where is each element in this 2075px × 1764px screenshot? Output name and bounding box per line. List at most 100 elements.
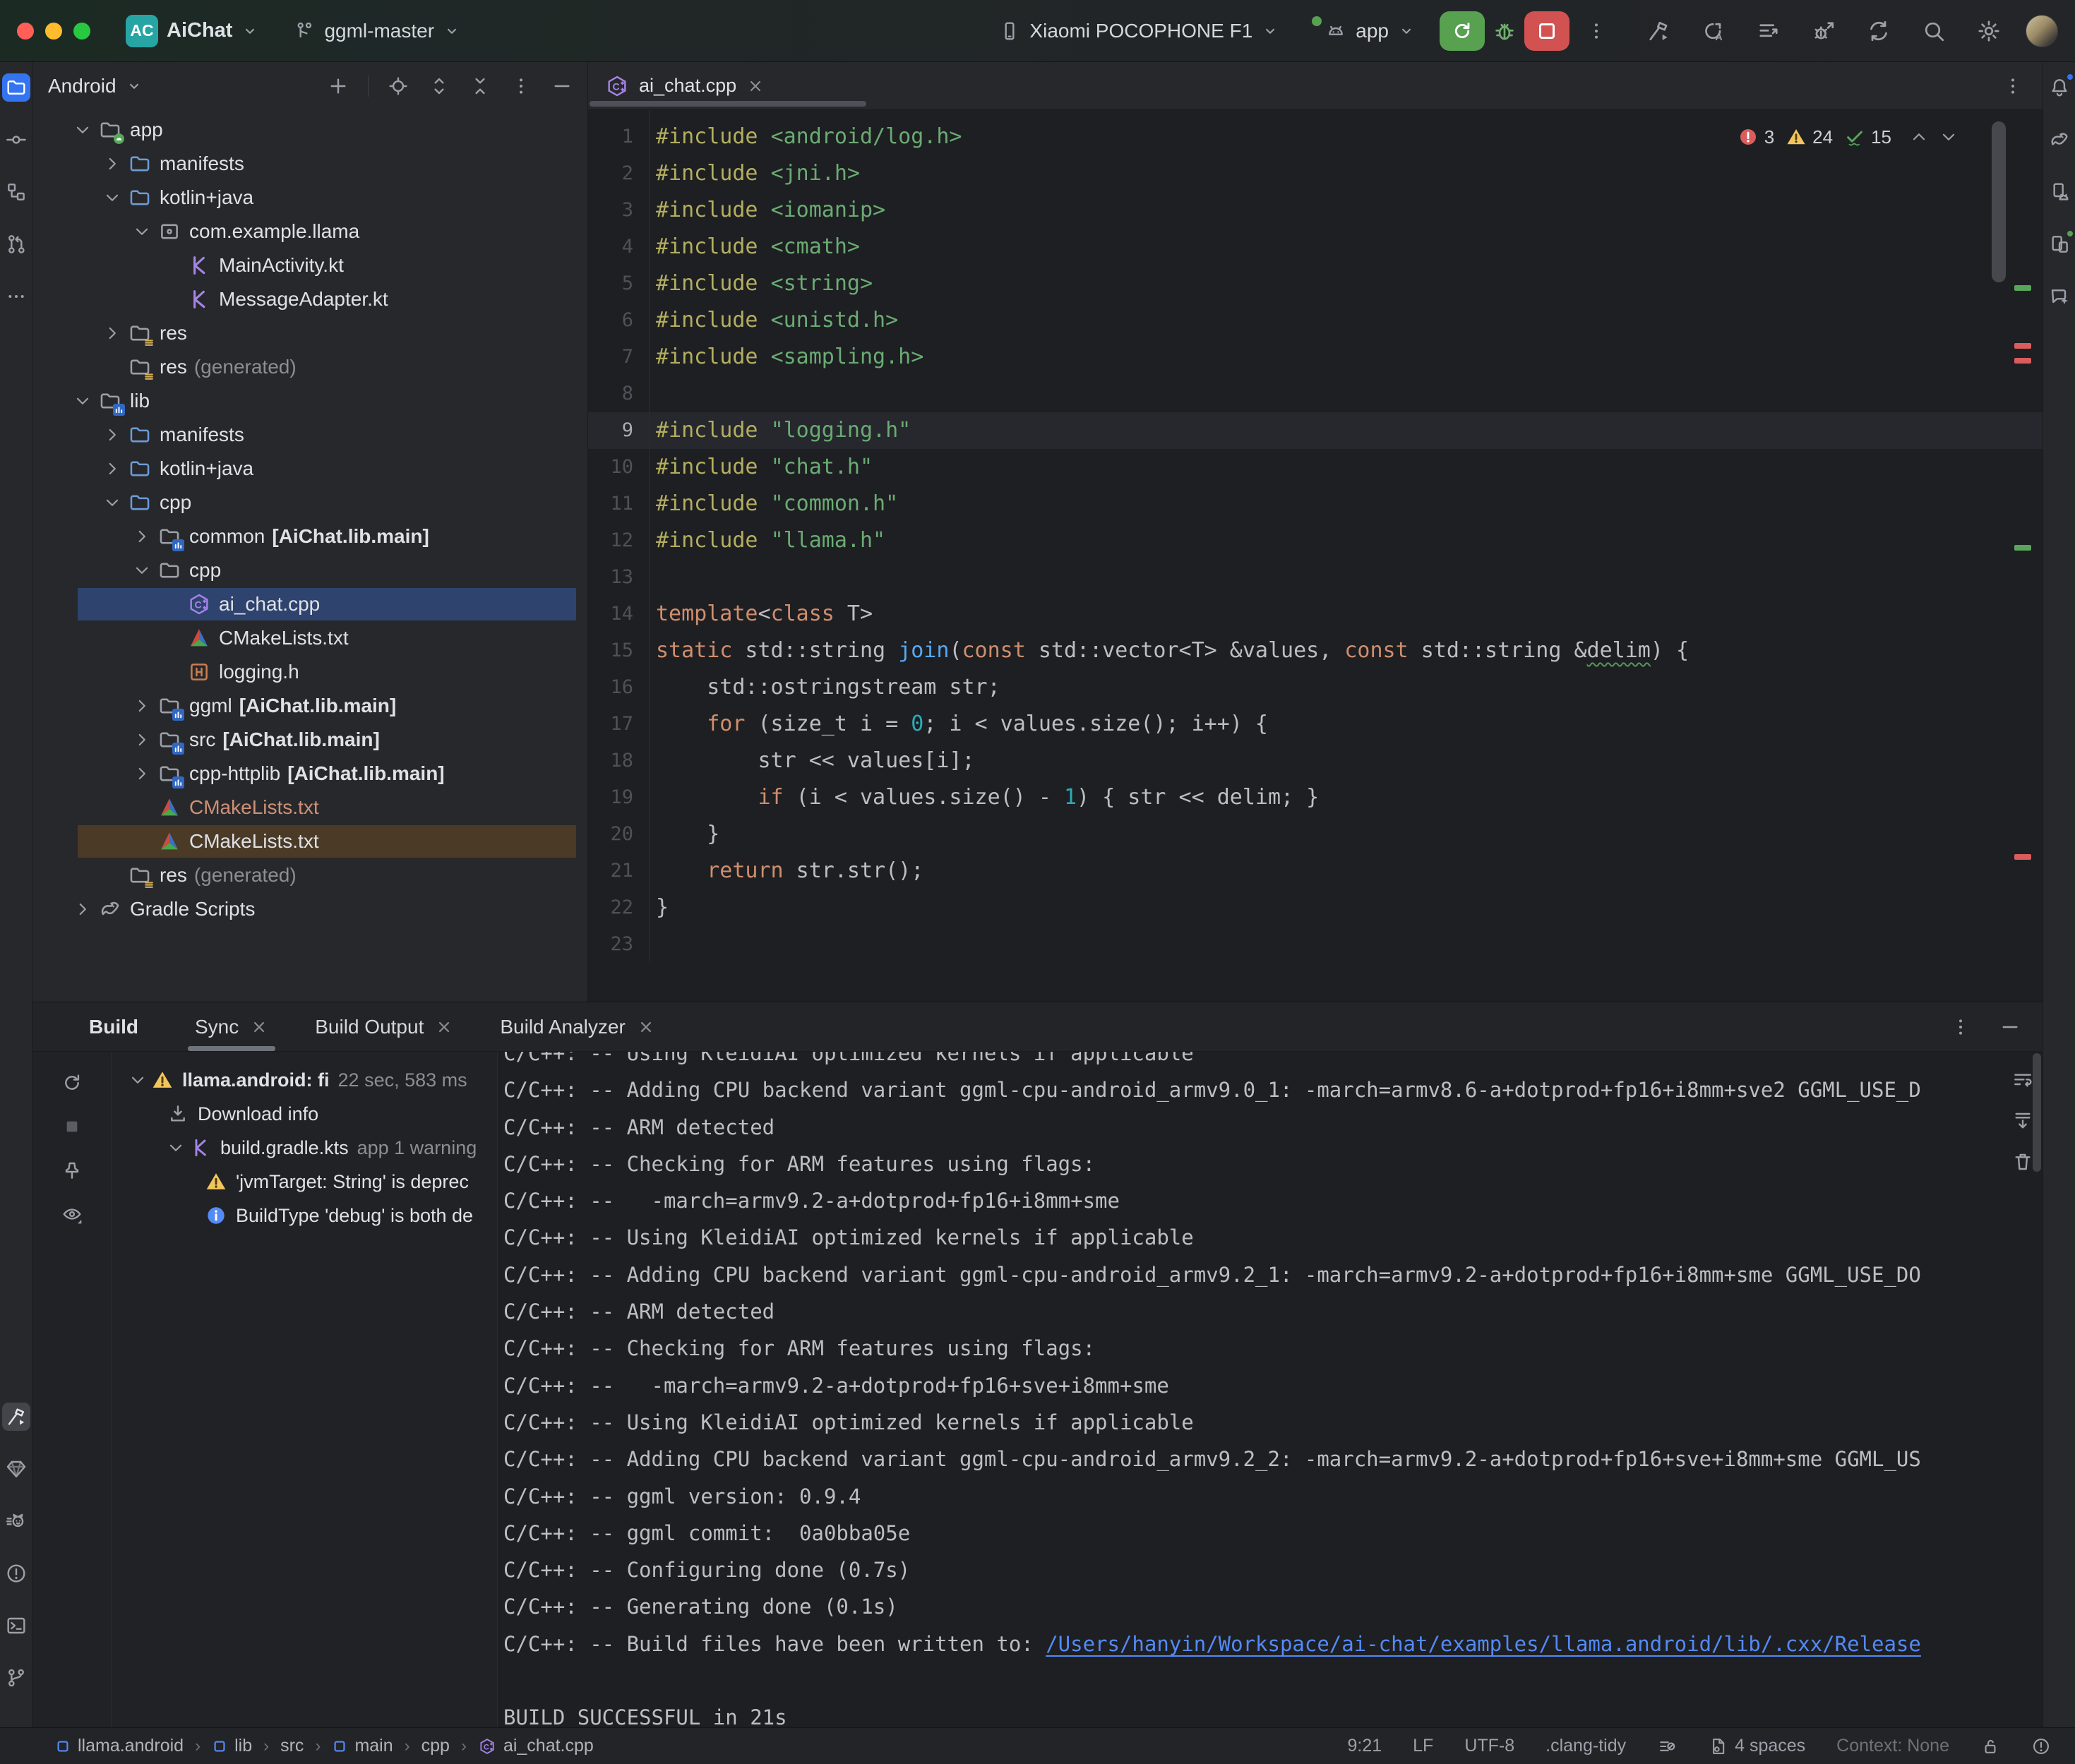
project-tree-item-lib[interactable]: lib — [32, 384, 587, 418]
chevron-down-icon[interactable] — [103, 493, 121, 512]
project-tree-item-src[interactable]: src[AiChat.lib.main] — [32, 723, 587, 757]
code-line-4[interactable]: 4#include <cmath> — [588, 229, 2043, 265]
code-line-8[interactable]: 8 — [588, 376, 2043, 412]
chevron-down-icon[interactable] — [133, 561, 151, 580]
sync-gradle-button[interactable] — [1866, 18, 1891, 44]
breadcrumb-cpp[interactable]: cpp — [421, 1736, 450, 1756]
caret-position[interactable]: 9:21 — [1347, 1736, 1382, 1756]
code-line-9[interactable]: 9#include "logging.h" — [588, 412, 2043, 449]
code-line-6[interactable]: 6#include <unistd.h> — [588, 302, 2043, 339]
code-editor[interactable]: 1#include <android/log.h>2#include <jni.… — [588, 110, 2043, 1002]
build-tool-button[interactable] — [2, 1403, 30, 1431]
project-tree-item-messageadapter-kt[interactable]: MessageAdapter.kt — [32, 282, 587, 316]
code-line-16[interactable]: 16 std::ostringstream str; — [588, 669, 2043, 706]
code-line-5[interactable]: 5#include <string> — [588, 265, 2043, 302]
scroll-to-end-button[interactable] — [2011, 1110, 2034, 1132]
error-stripe-mark[interactable] — [2014, 343, 2031, 349]
notifications-button[interactable] — [2045, 73, 2074, 102]
code-line-18[interactable]: 18 str << values[i]; — [588, 743, 2043, 779]
formatter-indicator[interactable] — [1657, 1736, 1677, 1756]
write-access-indicator[interactable] — [1980, 1736, 2000, 1756]
code-line-14[interactable]: 14template<class T> — [588, 596, 2043, 632]
project-tree-item-mainactivity-kt[interactable]: MainActivity.kt — [32, 248, 587, 282]
chevron-right-icon[interactable] — [133, 764, 151, 783]
chevron-right-icon[interactable] — [103, 324, 121, 342]
pin-tab-button[interactable] — [61, 1159, 83, 1182]
search-everywhere-button[interactable] — [1921, 18, 1947, 44]
gemini-tool-button[interactable] — [2045, 282, 2074, 311]
hide-tool-window-button[interactable] — [551, 75, 573, 97]
terminal-tool-button[interactable] — [2, 1612, 30, 1640]
rerun-button[interactable] — [1440, 11, 1485, 51]
vcs-branch-widget[interactable]: ggml-master — [293, 20, 461, 42]
view-options-button[interactable] — [61, 1203, 83, 1225]
collapse-all-button[interactable] — [469, 75, 491, 97]
device-manager-button[interactable] — [2045, 178, 2074, 206]
project-tree-item-res[interactable]: res — [32, 316, 587, 350]
code-line-10[interactable]: 10#include "chat.h" — [588, 449, 2043, 486]
sync-tree-item[interactable]: 'jvmTarget: String' is deprec — [120, 1165, 497, 1199]
project-tool-button[interactable] — [2, 73, 30, 102]
code-line-20[interactable]: 20 } — [588, 816, 2043, 853]
version-control-tool-button[interactable] — [2, 1664, 30, 1692]
chevron-down-icon[interactable] — [167, 1139, 185, 1157]
code-line-12[interactable]: 12#include "llama.h" — [588, 522, 2043, 559]
build-button[interactable] — [1646, 18, 1671, 44]
select-opened-file-button[interactable] — [387, 75, 409, 97]
editor-options-icon[interactable] — [2002, 75, 2024, 97]
line-separator[interactable]: LF — [1413, 1736, 1433, 1756]
inspection-profile[interactable]: .clang-tidy — [1545, 1736, 1626, 1756]
chevron-right-icon[interactable] — [133, 527, 151, 546]
project-tree-item-kotlin-java[interactable]: kotlin+java — [32, 452, 587, 486]
project-tree-item-manifests[interactable]: manifests — [32, 418, 587, 452]
console-file-link[interactable]: /Users/hanyin/Workspace/ai-chat/examples… — [1046, 1632, 1921, 1656]
error-stripe-mark[interactable] — [2014, 358, 2031, 364]
chevron-down-icon[interactable] — [133, 222, 151, 241]
error-stripe-mark[interactable] — [2014, 854, 2031, 860]
hide-build-panel-icon[interactable] — [1999, 1016, 2021, 1038]
profiler-button[interactable] — [1756, 18, 1781, 44]
stop-button[interactable] — [1524, 11, 1569, 51]
code-line-21[interactable]: 21 return str.str(); — [588, 853, 2043, 889]
build-options-icon[interactable] — [1949, 1016, 1972, 1038]
close-tab-icon[interactable] — [250, 1018, 268, 1036]
chevron-right-icon[interactable] — [103, 460, 121, 478]
code-line-19[interactable]: 19 if (i < values.size() - 1) { str << d… — [588, 779, 2043, 816]
project-tree-item-cmakelists-txt[interactable]: CMakeLists.txt — [32, 791, 587, 824]
code-line-15[interactable]: 15static std::string join(const std::vec… — [588, 632, 2043, 669]
build-tab-sync[interactable]: Sync — [184, 1002, 280, 1051]
code-line-3[interactable]: 3#include <iomanip> — [588, 192, 2043, 229]
chevron-right-icon[interactable] — [103, 155, 121, 173]
project-tree-item-ggml[interactable]: ggml[AiChat.lib.main] — [32, 689, 587, 723]
project-tree-item-logging-h[interactable]: logging.h — [32, 655, 587, 689]
more-run-options-button[interactable] — [1581, 16, 1612, 47]
minimize-window-button[interactable] — [45, 23, 62, 40]
project-tree-item-common[interactable]: common[AiChat.lib.main] — [32, 520, 587, 553]
project-tree-item-manifests[interactable]: manifests — [32, 147, 587, 181]
file-encoding[interactable]: UTF-8 — [1464, 1736, 1514, 1756]
sync-tree-item[interactable]: build.gradle.ktsapp 1 warning — [120, 1131, 497, 1165]
project-tree-item-cmakelists-txt[interactable]: CMakeLists.txt — [32, 824, 587, 858]
project-tree-item-kotlin-java[interactable]: kotlin+java — [32, 181, 587, 215]
settings-button[interactable] — [1976, 18, 2002, 44]
code-line-23[interactable]: 23 — [588, 926, 2043, 963]
more-tools-button[interactable] — [2, 282, 30, 311]
code-line-13[interactable]: 13 — [588, 559, 2043, 596]
build-tab-build-analyzer[interactable]: Build Analyzer — [489, 1002, 666, 1051]
logcat-tool-button[interactable] — [2, 1507, 30, 1535]
add-button[interactable] — [327, 75, 349, 97]
project-tree-item-app[interactable]: app — [32, 113, 587, 147]
chevron-down-icon[interactable] — [73, 392, 92, 410]
build-tab-build-output[interactable]: Build Output — [304, 1002, 465, 1051]
project-widget[interactable]: AC AiChat — [126, 15, 259, 47]
next-problem-icon[interactable] — [1939, 128, 1958, 146]
run-context[interactable]: Context: None — [1836, 1736, 1949, 1756]
code-line-11[interactable]: 11#include "common.h" — [588, 486, 2043, 522]
highlighting-level-indicator[interactable] — [2031, 1736, 2051, 1756]
close-tab-icon[interactable] — [746, 77, 765, 95]
sync-tree-item[interactable]: llama.android: fi22 sec, 583 ms — [120, 1063, 497, 1097]
inspections-widget[interactable]: 3 24 15 — [1738, 119, 1958, 155]
project-tree-item-cmakelists-txt[interactable]: CMakeLists.txt — [32, 621, 587, 655]
error-stripe-mark[interactable] — [2014, 285, 2031, 291]
breadcrumb-llama-android[interactable]: llama.android — [55, 1736, 184, 1756]
